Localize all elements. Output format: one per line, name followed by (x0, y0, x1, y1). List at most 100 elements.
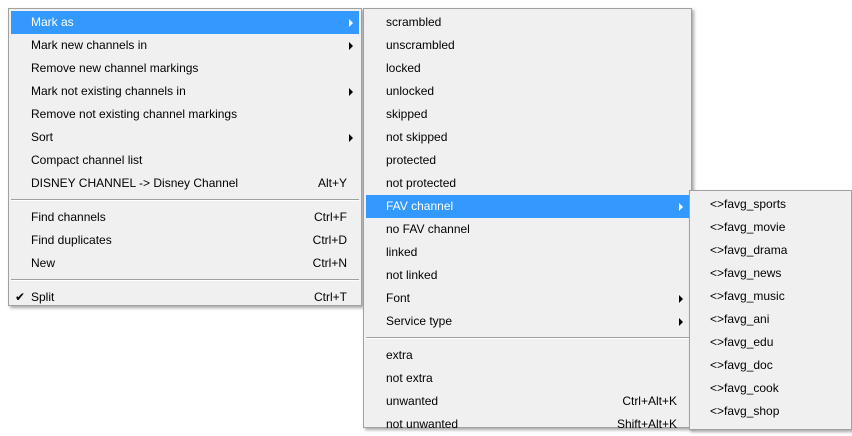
menu-item-mark-not-existing-channels-in[interactable]: Mark not existing channels in (11, 80, 359, 103)
menu-item-label: unlocked (386, 84, 435, 98)
menu-item-label: New (31, 256, 56, 270)
menu-item-label: Split (31, 290, 55, 304)
menu-item-favg-edu[interactable]: <>favg_edu (692, 331, 849, 354)
menu-item-label: <>favg_music (710, 289, 785, 303)
checkmark-icon: ✔ (15, 290, 26, 304)
menu-item-label: not skipped (386, 130, 448, 144)
menu-item-label: <>favg_movie (710, 220, 786, 234)
menu-item-skipped[interactable]: skipped (366, 103, 689, 126)
menu-separator (11, 199, 359, 201)
menu-item-label: scrambled (386, 15, 442, 29)
menu-item-shortcut: Alt+Y (317, 176, 347, 190)
menu-item-not-unwanted[interactable]: not unwanted Shift+Alt+K (366, 413, 689, 436)
fav-channel-submenu: <>favg_sports <>favg_movie <>favg_drama … (689, 190, 852, 430)
menu-item-label: <>favg_cook (710, 381, 779, 395)
menu-item-shortcut: Ctrl+D (312, 233, 347, 247)
menu-separator (11, 279, 359, 281)
menu-item-favg-news[interactable]: <>favg_news (692, 262, 849, 285)
menu-item-shortcut: Shift+Alt+K (616, 417, 677, 431)
menu-item-mark-as[interactable]: Mark as (11, 11, 359, 34)
menu-item-label: <>favg_shop (710, 404, 780, 418)
menu-item-split[interactable]: ✔ Split Ctrl+T (11, 286, 359, 309)
menu-item-not-linked[interactable]: not linked (366, 264, 689, 287)
menu-item-favg-sports[interactable]: <>favg_sports (692, 193, 849, 216)
menu-item-locked[interactable]: locked (366, 57, 689, 80)
menu-item-remove-not-existing-channel-markings[interactable]: Remove not existing channel markings (11, 103, 359, 126)
menu-item-label: <>favg_drama (710, 243, 788, 257)
chevron-right-icon (679, 295, 683, 303)
menu-item-favg-movie[interactable]: <>favg_movie (692, 216, 849, 239)
menu-item-label: <>favg_news (710, 266, 782, 280)
menu-item-label: Mark new channels in (31, 38, 148, 52)
chevron-right-icon (349, 134, 353, 142)
menu-item-label: linked (386, 245, 418, 259)
menu-item-label: <>favg_doc (710, 358, 773, 372)
menu-item-label: Sort (31, 130, 54, 144)
menu-item-label: Font (386, 291, 411, 305)
menu-item-shortcut: Ctrl+T (314, 290, 347, 304)
menu-item-label: Remove new channel markings (31, 61, 199, 75)
menu-item-font[interactable]: Font (366, 287, 689, 310)
menu-item-label: Remove not existing channel markings (31, 107, 238, 121)
menu-item-rename-disney-channel[interactable]: DISNEY CHANNEL -> Disney Channel Alt+Y (11, 172, 359, 195)
menu-item-favg-drama[interactable]: <>favg_drama (692, 239, 849, 262)
menu-item-not-skipped[interactable]: not skipped (366, 126, 689, 149)
menu-item-mark-new-channels-in[interactable]: Mark new channels in (11, 34, 359, 57)
menu-item-compact-channel-list[interactable]: Compact channel list (11, 149, 359, 172)
menu-item-favg-ani[interactable]: <>favg_ani (692, 308, 849, 331)
menu-item-shortcut: Ctrl+N (312, 256, 347, 270)
menu-item-label: not protected (386, 176, 457, 190)
menu-item-label: FAV channel (386, 199, 454, 213)
menu-item-label: protected (386, 153, 437, 167)
menu-item-linked[interactable]: linked (366, 241, 689, 264)
menu-item-shortcut: Ctrl+Alt+K (622, 394, 677, 408)
menu-item-label: Service type (386, 314, 453, 328)
menu-item-label: DISNEY CHANNEL -> Disney Channel (31, 176, 239, 190)
menu-item-label: Compact channel list (31, 153, 143, 167)
menu-item-label: unwanted (386, 394, 439, 408)
menu-item-label: Mark not existing channels in (31, 84, 186, 98)
menu-item-unlocked[interactable]: unlocked (366, 80, 689, 103)
menu-item-label: unscrambled (386, 38, 455, 52)
menu-item-label: not unwanted (386, 417, 459, 431)
chevron-right-icon (349, 19, 353, 27)
menu-item-scrambled[interactable]: scrambled (366, 11, 689, 34)
menu-item-label: Mark as (31, 15, 74, 29)
menu-item-favg-cook[interactable]: <>favg_cook (692, 377, 849, 400)
chevron-right-icon (349, 88, 353, 96)
menu-item-remove-new-channel-markings[interactable]: Remove new channel markings (11, 57, 359, 80)
menu-item-favg-doc[interactable]: <>favg_doc (692, 354, 849, 377)
menu-item-label: Find channels (31, 210, 106, 224)
menu-item-service-type[interactable]: Service type (366, 310, 689, 333)
menu-item-label: extra (386, 348, 413, 362)
menu-item-label: <>favg_sports (710, 197, 787, 211)
menu-item-shortcut: Ctrl+F (314, 210, 347, 224)
menu-item-fav-channel[interactable]: FAV channel (366, 195, 689, 218)
menu-item-unwanted[interactable]: unwanted Ctrl+Alt+K (366, 390, 689, 413)
menu-item-label: not linked (386, 268, 438, 282)
menu-item-favg-shop[interactable]: <>favg_shop (692, 400, 849, 423)
menu-item-label: <>favg_edu (710, 335, 774, 349)
menu-item-unscrambled[interactable]: unscrambled (366, 34, 689, 57)
chevron-right-icon (349, 42, 353, 50)
menu-item-new[interactable]: New Ctrl+N (11, 252, 359, 275)
chevron-right-icon (679, 203, 683, 211)
menu-item-not-extra[interactable]: not extra (366, 367, 689, 390)
menu-item-label: locked (386, 61, 421, 75)
menu-item-protected[interactable]: protected (366, 149, 689, 172)
menu-item-label: no FAV channel (386, 222, 470, 236)
chevron-right-icon (679, 318, 683, 326)
menu-item-find-duplicates[interactable]: Find duplicates Ctrl+D (11, 229, 359, 252)
menu-item-not-protected[interactable]: not protected (366, 172, 689, 195)
mark-as-submenu: scrambled unscrambled locked unlocked sk… (363, 8, 692, 431)
menu-item-no-fav-channel[interactable]: no FAV channel (366, 218, 689, 241)
menu-item-find-channels[interactable]: Find channels Ctrl+F (11, 206, 359, 229)
context-menu: Mark as Mark new channels in Remove new … (8, 8, 362, 306)
menu-separator (366, 337, 689, 339)
menu-item-favg-music[interactable]: <>favg_music (692, 285, 849, 308)
menu-item-label: Find duplicates (31, 233, 112, 247)
menu-item-label: <>favg_ani (710, 312, 770, 326)
menu-item-extra[interactable]: extra (366, 344, 689, 367)
menu-item-label: not extra (386, 371, 433, 385)
menu-item-sort[interactable]: Sort (11, 126, 359, 149)
